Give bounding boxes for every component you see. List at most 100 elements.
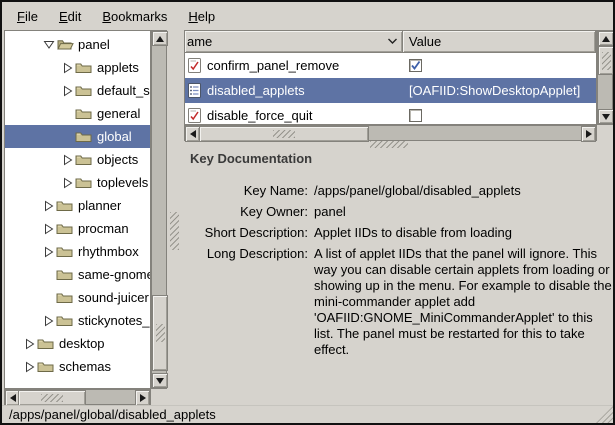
key-list-vertical-scrollbar[interactable] <box>597 30 613 125</box>
folder-icon <box>56 268 74 281</box>
key-list-hscroll-thumb[interactable] <box>199 126 369 142</box>
doc-label-long-description: Long Description: <box>184 246 308 358</box>
key-row-disabled-applets-selected[interactable]: disabled_applets [OAFIID:ShowDesktopAppl… <box>185 78 596 103</box>
doc-label-key-name: Key Name: <box>184 183 308 199</box>
key-list-header: ame Value <box>185 31 596 53</box>
folder-icon <box>56 291 74 304</box>
column-header-value[interactable]: Value <box>403 31 596 53</box>
folder-icon <box>37 360 55 373</box>
tree-vscroll-thumb[interactable] <box>152 295 168 371</box>
expander-closed-icon[interactable] <box>60 85 75 97</box>
tree-item-label: planner <box>78 198 121 213</box>
tree-item-toplevels[interactable]: toplevels <box>5 171 150 194</box>
tree-item-label: same-gnome <box>78 267 150 282</box>
menu-help[interactable]: Help <box>185 7 218 26</box>
tree-item-schemas[interactable]: schemas <box>5 355 150 378</box>
tree-item-label: toplevels <box>97 175 148 190</box>
key-list-horizontal-scrollbar[interactable] <box>184 125 597 141</box>
menu-file-label: ile <box>25 9 38 24</box>
tree-hscroll-thumb[interactable] <box>18 390 86 406</box>
expander-closed-icon[interactable] <box>60 62 75 74</box>
menu-bookmarks[interactable]: Bookmarks <box>99 7 170 26</box>
tree-item-panel[interactable]: panel <box>5 33 150 56</box>
expander-closed-icon[interactable] <box>60 177 75 189</box>
folder-icon <box>56 222 74 235</box>
checkbox-checked[interactable] <box>409 59 422 72</box>
key-name-label: confirm_panel_remove <box>207 58 339 73</box>
folder-icon <box>75 61 93 74</box>
tree-item-label: global <box>97 129 132 144</box>
tree-item-label: applets <box>97 60 139 75</box>
arrow-up-icon <box>602 36 610 42</box>
tree-item-label: objects <box>97 152 138 167</box>
key-name-label: disable_force_quit <box>207 108 313 123</box>
expander-closed-icon[interactable] <box>22 338 37 350</box>
folder-icon <box>75 107 93 120</box>
tree-item-general[interactable]: general <box>5 102 150 125</box>
tree-item-stickynotes[interactable]: stickynotes_ <box>5 309 150 332</box>
scroll-left-button[interactable] <box>185 126 200 142</box>
arrow-up-icon <box>156 36 164 42</box>
menubar: File Edit Bookmarks Help <box>4 4 611 28</box>
vertical-pane-splitter[interactable] <box>170 212 179 250</box>
tree-view: panel applets default_se general glo <box>4 30 151 389</box>
menu-bookmarks-label: ookmarks <box>111 9 167 24</box>
statusbar-text: /apps/panel/global/disabled_applets <box>9 407 216 422</box>
tree-item-sound-juicer[interactable]: sound-juicer <box>5 286 150 309</box>
checkbox-unchecked[interactable] <box>409 109 422 122</box>
scroll-right-button[interactable] <box>581 126 596 142</box>
expander-open-icon[interactable] <box>41 39 56 51</box>
key-list-vscroll-thumb[interactable] <box>598 46 614 75</box>
key-name-label: disabled_applets <box>207 83 305 98</box>
folder-open-icon <box>56 38 74 51</box>
menu-bookmarks-accel: B <box>102 9 111 24</box>
thumb-grip <box>602 52 611 70</box>
key-name-cell: disable_force_quit <box>185 108 403 124</box>
expander-closed-icon[interactable] <box>41 223 56 235</box>
folder-icon <box>75 153 93 166</box>
scroll-up-button[interactable] <box>152 31 168 46</box>
expander-spacer <box>41 269 56 281</box>
docs-title: Key Documentation <box>190 151 312 166</box>
key-list-body: confirm_panel_remove disabled_applets [O… <box>185 53 596 124</box>
key-row-disable-force-quit[interactable]: disable_force_quit <box>185 103 596 124</box>
expander-closed-icon[interactable] <box>22 361 37 373</box>
arrow-right-icon <box>586 130 592 138</box>
tree-item-procman[interactable]: procman <box>5 217 150 240</box>
expander-closed-icon[interactable] <box>60 154 75 166</box>
tree-item-rhythmbox[interactable]: rhythmbox <box>5 240 150 263</box>
thumb-grip <box>273 130 295 138</box>
tree-item-global-selected[interactable]: global <box>5 125 150 148</box>
tree-item-applets[interactable]: applets <box>5 56 150 79</box>
scroll-down-button[interactable] <box>598 109 614 124</box>
key-row-confirm-panel-remove[interactable]: confirm_panel_remove <box>185 53 596 78</box>
scroll-up-button[interactable] <box>598 31 614 46</box>
tree-item-desktop[interactable]: desktop <box>5 332 150 355</box>
key-documentation-pane: Key Documentation Key Name: /apps/panel/… <box>184 148 614 404</box>
tree-horizontal-scrollbar[interactable] <box>4 389 151 405</box>
tree-item-objects[interactable]: objects <box>5 148 150 171</box>
expander-closed-icon[interactable] <box>41 315 56 327</box>
folder-icon <box>75 176 93 189</box>
folder-icon <box>56 245 74 258</box>
horizontal-pane-splitter[interactable] <box>370 141 408 148</box>
menu-help-label: elp <box>198 9 215 24</box>
doc-label-key-owner: Key Owner: <box>184 204 308 220</box>
menu-file[interactable]: File <box>14 7 41 26</box>
thumb-grip <box>41 394 63 402</box>
tree-item-same-gnome[interactable]: same-gnome <box>5 263 150 286</box>
tree-item-label: schemas <box>59 359 111 374</box>
tree-vertical-scrollbar[interactable] <box>151 30 167 389</box>
key-value-cell: [OAFIID:ShowDesktopApplet] <box>403 83 596 98</box>
expander-closed-icon[interactable] <box>41 246 56 258</box>
scroll-right-button[interactable] <box>135 390 150 406</box>
scroll-down-button[interactable] <box>152 373 168 388</box>
tree-item-label: rhythmbox <box>78 244 139 259</box>
doc-value-key-owner: panel <box>314 204 612 220</box>
menu-edit[interactable]: Edit <box>56 7 84 26</box>
tree-item-default-se[interactable]: default_se <box>5 79 150 102</box>
key-value-cell <box>403 109 596 122</box>
tree-item-planner[interactable]: planner <box>5 194 150 217</box>
expander-closed-icon[interactable] <box>41 200 56 212</box>
column-header-name[interactable]: ame <box>185 31 403 53</box>
